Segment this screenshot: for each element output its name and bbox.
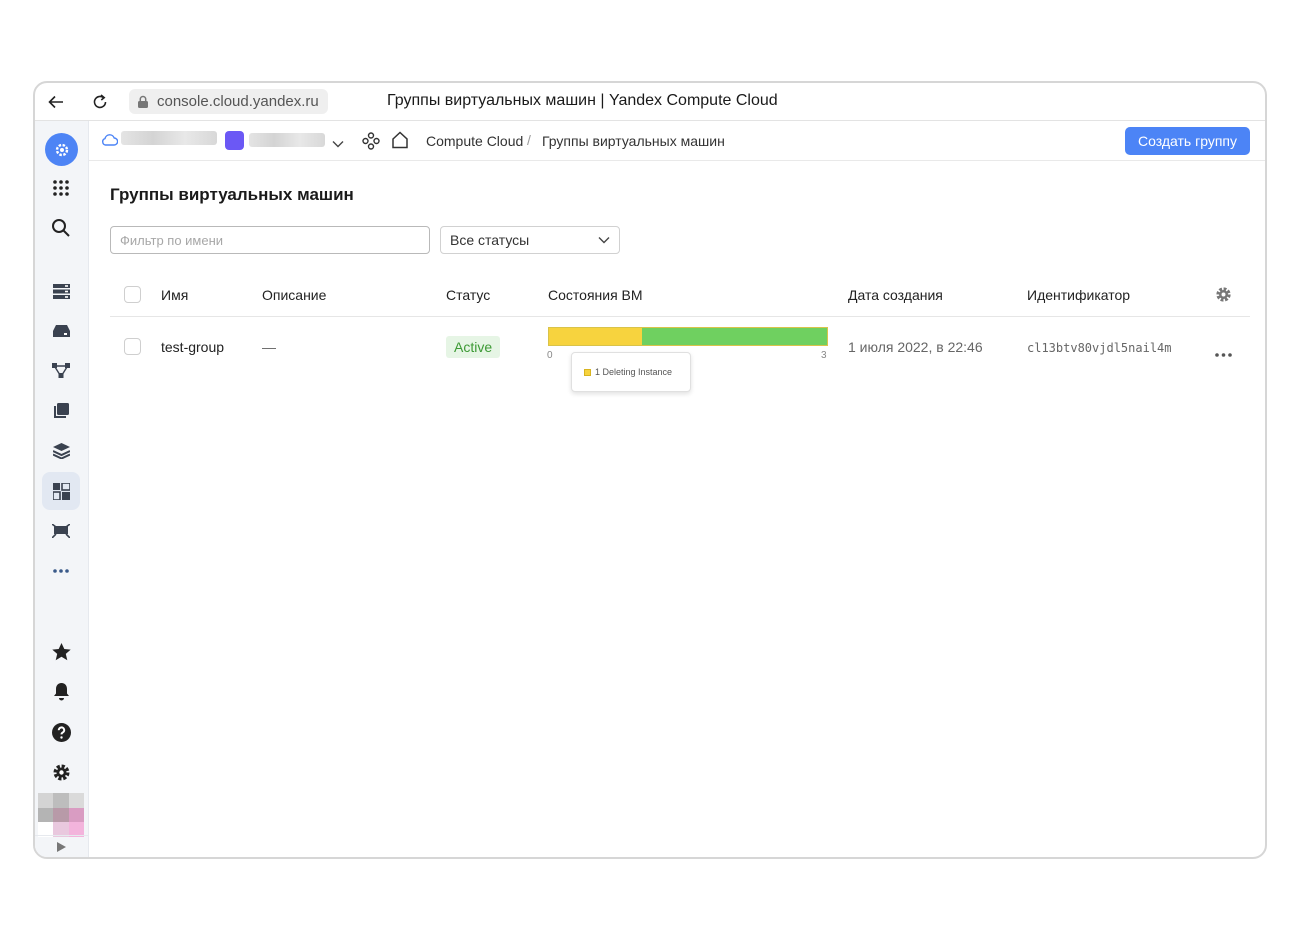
sidebar bbox=[35, 121, 89, 857]
header-divider bbox=[110, 316, 1250, 317]
favorites-star-icon[interactable] bbox=[42, 633, 80, 671]
tab-title: Группы виртуальных машин | Yandex Comput… bbox=[387, 92, 778, 109]
deleting-swatch-icon bbox=[584, 368, 591, 376]
row-checkbox[interactable] bbox=[124, 338, 141, 355]
column-header-description[interactable]: Описание bbox=[262, 287, 326, 303]
column-header-name[interactable]: Имя bbox=[161, 287, 188, 303]
placement-groups-icon[interactable] bbox=[42, 352, 80, 390]
name-filter-input[interactable] bbox=[110, 226, 430, 254]
vm-state-segment[interactable] bbox=[549, 328, 642, 345]
creation-date: 1 июля 2022, в 22:46 bbox=[848, 339, 983, 355]
images-icon[interactable] bbox=[42, 432, 80, 470]
folder-icon bbox=[225, 131, 244, 150]
chevron-down-icon bbox=[598, 237, 610, 244]
vm-states-tooltip: 1 Deleting Instance bbox=[571, 352, 691, 392]
lock-icon bbox=[138, 95, 148, 108]
instance-groups-icon[interactable] bbox=[42, 472, 80, 510]
breadcrumb-compute-cloud[interactable]: Compute Cloud bbox=[426, 133, 523, 149]
console-header: Compute Cloud / Группы виртуальных машин… bbox=[89, 121, 1265, 161]
compute-service-logo-icon[interactable] bbox=[45, 133, 78, 166]
group-description: — bbox=[262, 339, 276, 355]
status-filter-value: Все статусы bbox=[450, 232, 530, 248]
notifications-bell-icon[interactable] bbox=[42, 673, 80, 711]
dedicated-hosts-icon[interactable] bbox=[42, 512, 80, 550]
column-header-status[interactable]: Статус bbox=[446, 287, 490, 303]
browser-window: console.cloud.yandex.ru Группы виртуальн… bbox=[33, 81, 1267, 859]
status-badge: Active bbox=[446, 336, 501, 358]
vm-states-bar[interactable] bbox=[548, 327, 828, 346]
main-content: Группы виртуальных машин Все статусы Имя… bbox=[89, 161, 1265, 857]
reload-icon[interactable] bbox=[87, 89, 113, 115]
address-bar[interactable]: console.cloud.yandex.ru bbox=[129, 89, 328, 114]
help-icon[interactable] bbox=[42, 713, 80, 751]
row-actions-more-icon[interactable] bbox=[1215, 344, 1232, 362]
home-icon[interactable] bbox=[391, 131, 409, 154]
cloud-icon bbox=[101, 133, 119, 151]
create-group-button[interactable]: Создать группу bbox=[1125, 127, 1250, 155]
breadcrumb-separator: / bbox=[527, 132, 531, 148]
cloud-name-redacted[interactable] bbox=[121, 131, 217, 145]
service-graph-icon[interactable] bbox=[362, 132, 380, 155]
tooltip-text: 1 Deleting Instance bbox=[595, 367, 673, 377]
avatar[interactable] bbox=[38, 793, 84, 837]
page-title: Группы виртуальных машин bbox=[110, 185, 354, 204]
settings-gear-icon[interactable] bbox=[42, 753, 80, 791]
all-services-icon[interactable] bbox=[42, 169, 80, 207]
vm-states-max-label: 3 bbox=[821, 350, 827, 361]
browser-toolbar: console.cloud.yandex.ru Группы виртуальн… bbox=[35, 83, 1265, 121]
vm-states-min-label: 0 bbox=[547, 350, 553, 361]
group-id: cl13btv80vjdl5nail4m bbox=[1027, 341, 1172, 355]
column-header-vm-states[interactable]: Состояния ВМ bbox=[548, 287, 643, 303]
select-all-checkbox[interactable] bbox=[124, 286, 141, 303]
search-icon[interactable] bbox=[42, 209, 80, 247]
more-services-icon[interactable] bbox=[42, 552, 80, 590]
column-header-created[interactable]: Дата создания bbox=[848, 287, 943, 303]
group-name[interactable]: test-group bbox=[161, 339, 224, 355]
status-filter-select[interactable]: Все статусы bbox=[440, 226, 620, 254]
chevron-down-icon[interactable] bbox=[332, 135, 344, 153]
breadcrumb-instance-groups: Группы виртуальных машин bbox=[542, 133, 725, 149]
vm-instances-icon[interactable] bbox=[42, 272, 80, 310]
url-text: console.cloud.yandex.ru bbox=[157, 93, 319, 110]
folder-name-redacted[interactable] bbox=[249, 133, 325, 147]
table-settings-gear-icon[interactable] bbox=[1215, 286, 1232, 308]
vm-state-segment[interactable] bbox=[641, 328, 827, 345]
back-icon[interactable] bbox=[43, 89, 69, 115]
expand-sidebar-icon[interactable] bbox=[35, 835, 88, 857]
column-header-id[interactable]: Идентификатор bbox=[1027, 287, 1130, 303]
snapshots-icon[interactable] bbox=[42, 392, 80, 430]
disks-icon[interactable] bbox=[42, 312, 80, 350]
